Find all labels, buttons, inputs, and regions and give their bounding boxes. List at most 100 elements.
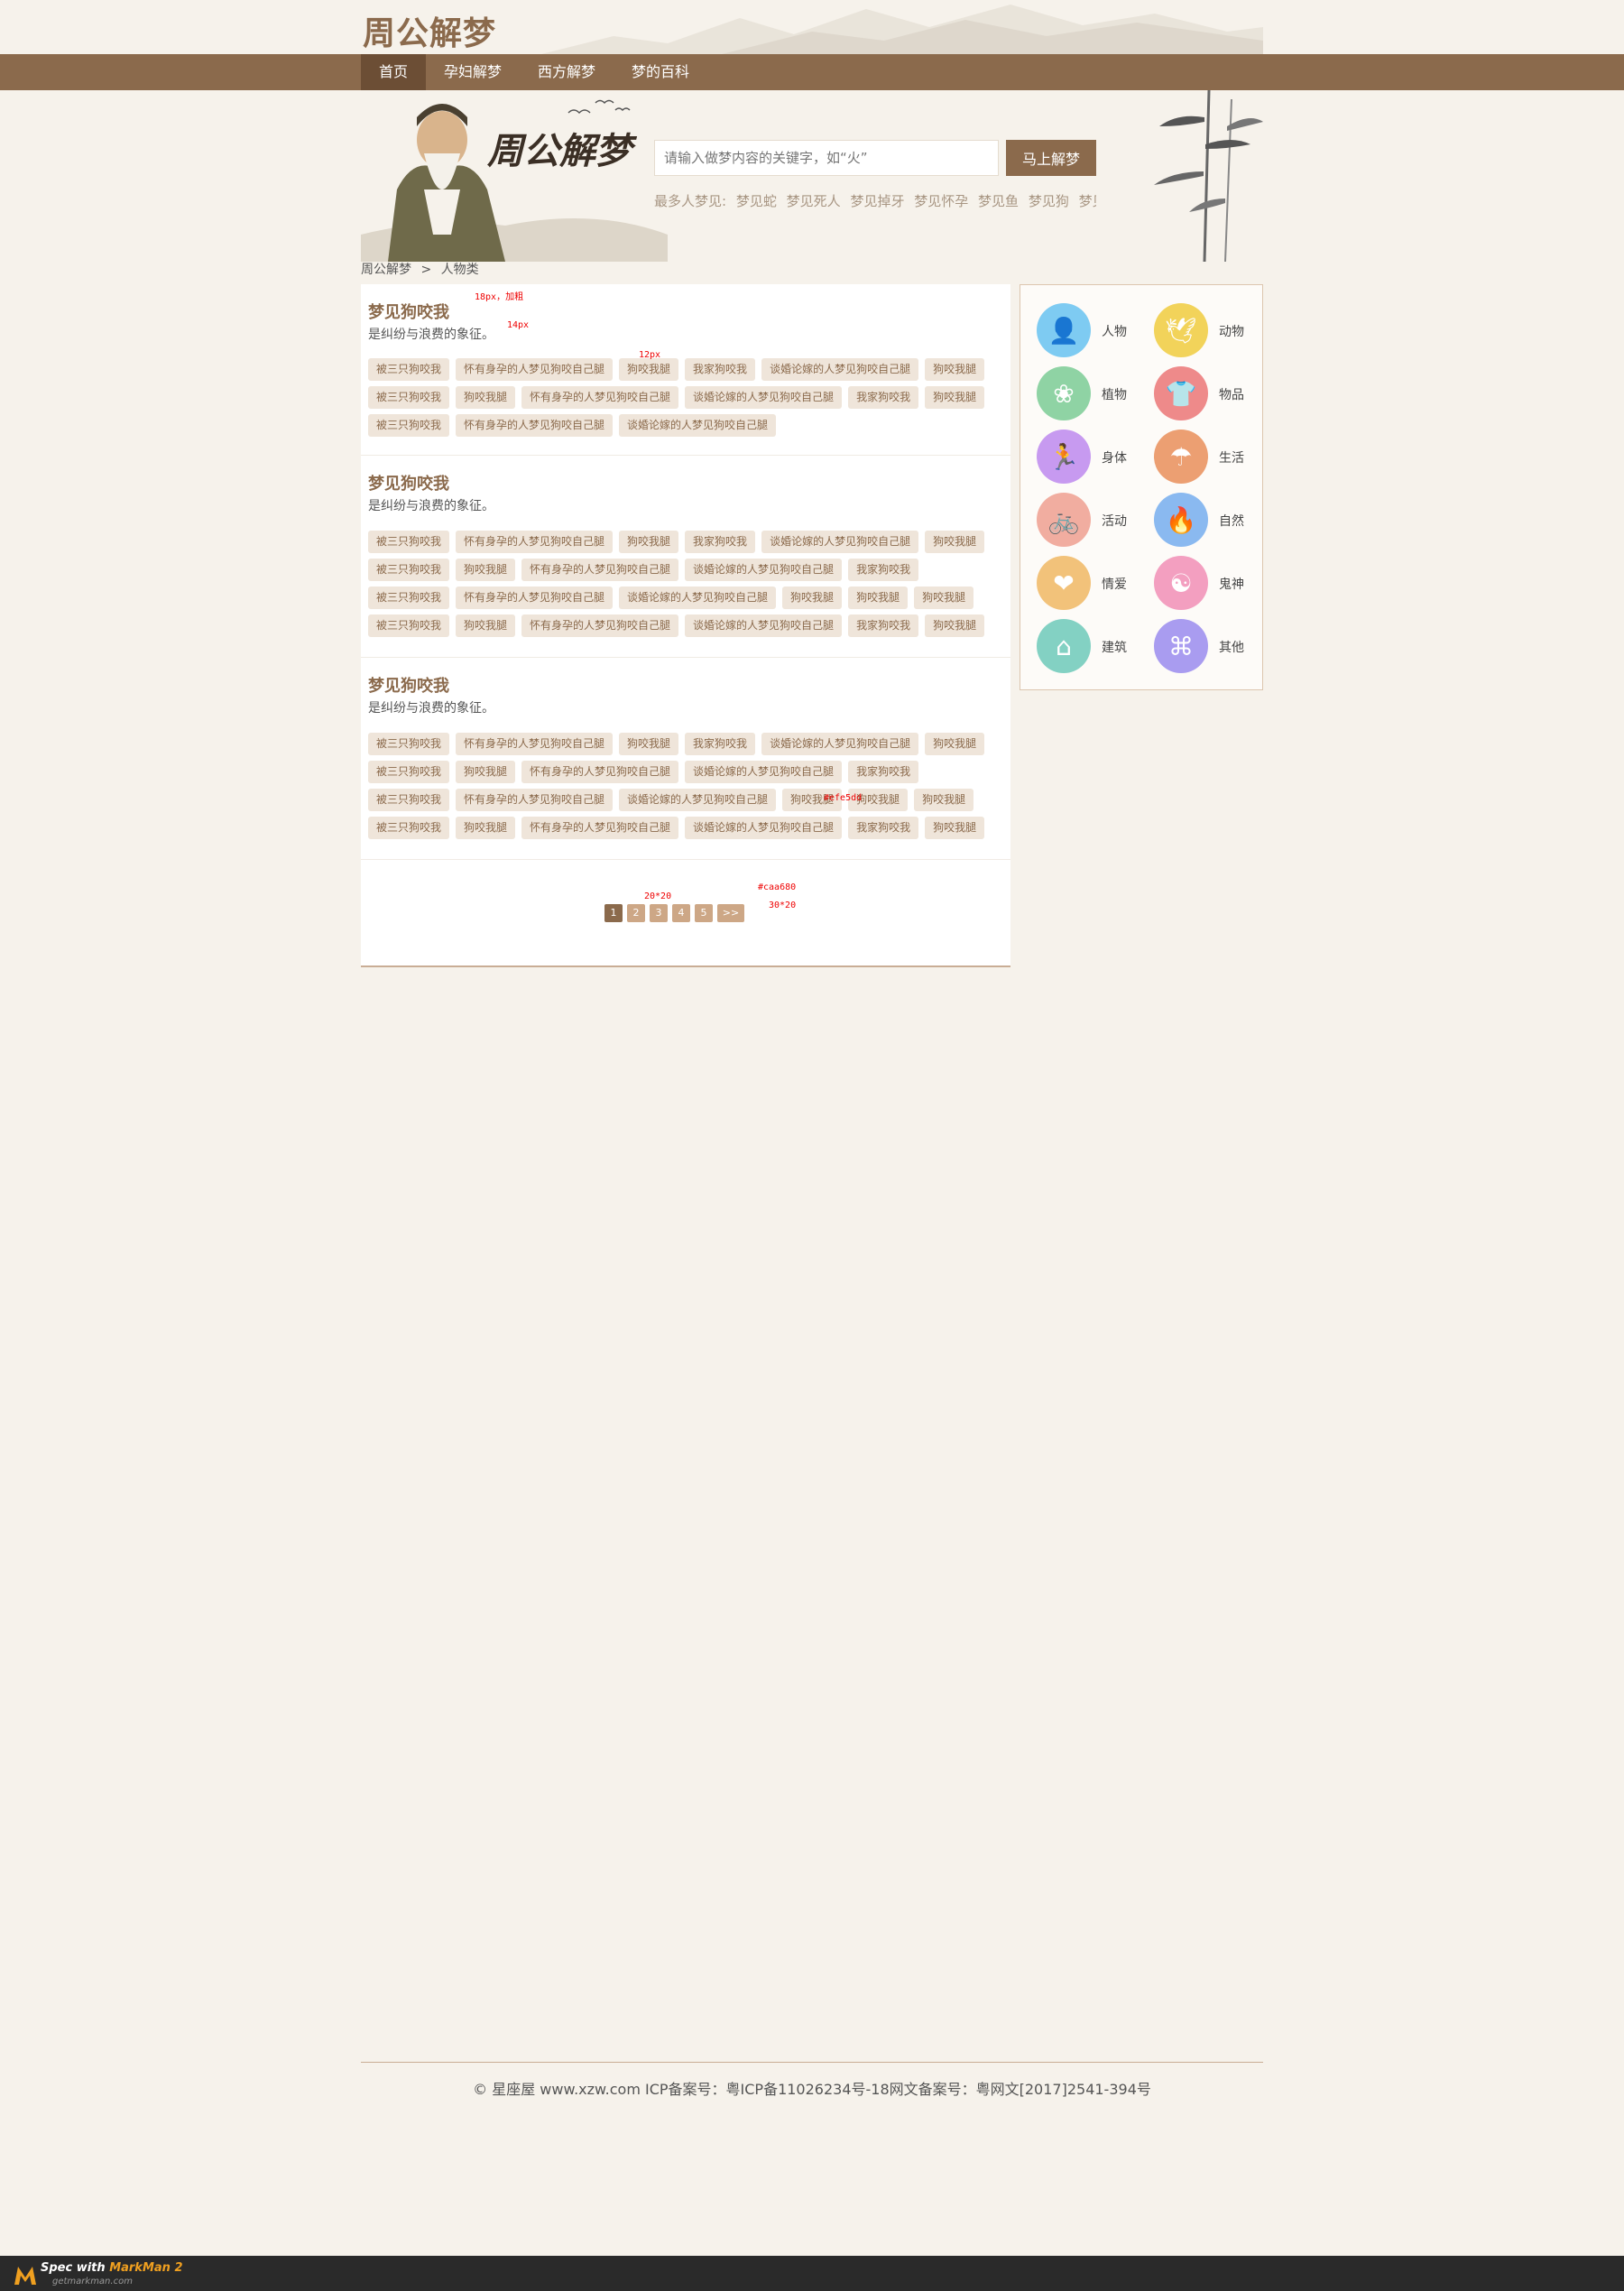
tag[interactable]: 狗咬我腿 [925, 358, 985, 381]
tag[interactable]: 怀有身孕的人梦见狗咬自己腿 [521, 614, 679, 637]
tag[interactable]: 我家狗咬我 [848, 386, 919, 409]
tag[interactable]: 狗咬我腿 [619, 531, 679, 553]
tag[interactable]: 被三只狗咬我 [368, 531, 450, 553]
tag[interactable]: 被三只狗咬我 [368, 559, 450, 581]
tag[interactable]: 被三只狗咬我 [368, 587, 450, 609]
tag[interactable]: 谈婚论嫁的人梦见狗咬自己腿 [685, 817, 843, 839]
tag[interactable]: 狗咬我腿 [456, 614, 516, 637]
tag[interactable]: 怀有身孕的人梦见狗咬自己腿 [456, 733, 614, 755]
tag[interactable]: 狗咬我腿 [925, 531, 985, 553]
tag[interactable]: 怀有身孕的人梦见狗咬自己腿 [456, 531, 614, 553]
search-button[interactable]: 马上解梦 [1006, 140, 1096, 176]
nav-item-western[interactable]: 西方解梦 [520, 54, 614, 90]
page-button[interactable]: 5 [695, 904, 713, 922]
tag[interactable]: 谈婚论嫁的人梦见狗咬自己腿 [761, 358, 919, 381]
next-page-button[interactable]: >> [717, 904, 744, 922]
tag[interactable]: 狗咬我腿 [848, 587, 909, 609]
tag[interactable]: 我家狗咬我 [848, 559, 919, 581]
heart-icon: ❤ [1037, 556, 1091, 610]
tag[interactable]: 被三只狗咬我 [368, 817, 450, 839]
tag[interactable]: 狗咬我腿 [456, 761, 516, 783]
tag[interactable]: 谈婚论嫁的人梦见狗咬自己腿 [685, 559, 843, 581]
category-plant[interactable]: ❀ 植物 [1037, 366, 1145, 422]
hot-link[interactable]: 梦见掉牙 [850, 193, 904, 209]
section-title[interactable]: 梦见狗咬我 [368, 471, 449, 494]
category-love[interactable]: ❤ 情爱 [1037, 556, 1145, 612]
category-building[interactable]: ⌂ 建筑 [1037, 619, 1145, 675]
tag[interactable]: 怀有身孕的人梦见狗咬自己腿 [521, 559, 679, 581]
search-input[interactable] [654, 140, 999, 176]
nav-item-home[interactable]: 首页 [361, 54, 427, 90]
tag[interactable]: 狗咬我腿 [925, 817, 985, 839]
breadcrumb-home[interactable]: 周公解梦 [361, 263, 411, 277]
tag[interactable]: 怀有身孕的人梦见狗咬自己腿 [521, 817, 679, 839]
category-other[interactable]: ⌘ 其他 [1154, 619, 1262, 675]
tag[interactable]: 谈婚论嫁的人梦见狗咬自己腿 [761, 733, 919, 755]
tag[interactable]: 怀有身孕的人梦见狗咬自己腿 [456, 414, 614, 437]
tag[interactable]: 被三只狗咬我 [368, 789, 450, 811]
category-animal[interactable]: 🕊 动物 [1154, 303, 1262, 359]
tag[interactable]: 被三只狗咬我 [368, 414, 450, 437]
category-nature[interactable]: 🔥 自然 [1154, 493, 1262, 549]
tag[interactable]: 我家狗咬我 [685, 531, 756, 553]
tag[interactable]: 我家狗咬我 [685, 358, 756, 381]
tag[interactable]: 狗咬我腿 [619, 733, 679, 755]
page-button[interactable]: 3 [650, 904, 668, 922]
tag[interactable]: 狗咬我腿 [456, 817, 516, 839]
tag[interactable]: 被三只狗咬我 [368, 614, 450, 637]
tag[interactable]: 我家狗咬我 [848, 614, 919, 637]
tag[interactable]: 我家狗咬我 [685, 733, 756, 755]
tag[interactable]: 谈婚论嫁的人梦见狗咬自己腿 [619, 587, 777, 609]
tag[interactable]: 狗咬我腿 [782, 587, 843, 609]
category-life[interactable]: ☂ 生活 [1154, 430, 1262, 485]
tag[interactable]: 狗咬我腿 [914, 789, 974, 811]
tag[interactable]: 怀有身孕的人梦见狗咬自己腿 [456, 358, 614, 381]
hot-link[interactable]: 梦见鱼 [978, 193, 1019, 209]
tag[interactable]: 狗咬我腿 [914, 587, 974, 609]
category-object[interactable]: 👕 物品 [1154, 366, 1262, 422]
header: 周公解梦 [0, 0, 1624, 54]
tag[interactable]: 狗咬我腿 [619, 358, 679, 381]
section-title[interactable]: 梦见狗咬我 [368, 673, 449, 697]
tag[interactable]: 被三只狗咬我 [368, 386, 450, 409]
tag[interactable]: 谈婚论嫁的人梦见狗咬自己腿 [619, 789, 777, 811]
page-button[interactable]: 1 [604, 904, 623, 922]
tag[interactable]: 谈婚论嫁的人梦见狗咬自己腿 [685, 614, 843, 637]
tag[interactable]: 狗咬我腿 [456, 386, 516, 409]
tag[interactable]: 谈婚论嫁的人梦见狗咬自己腿 [761, 531, 919, 553]
tag[interactable]: 狗咬我腿 [925, 733, 985, 755]
tag[interactable]: 谈婚论嫁的人梦见狗咬自己腿 [685, 761, 843, 783]
category-label: 鬼神 [1219, 577, 1244, 592]
category-spirit[interactable]: ☯ 鬼神 [1154, 556, 1262, 612]
markman-url[interactable]: getmarkman.com [52, 2277, 133, 2286]
tag[interactable]: 怀有身孕的人梦见狗咬自己腿 [456, 789, 614, 811]
tag[interactable]: 狗咬我腿 [925, 386, 985, 409]
tag[interactable]: 被三只狗咬我 [368, 761, 450, 783]
site-logo[interactable]: 周公解梦 [363, 7, 496, 54]
tag[interactable]: 被三只狗咬我 [368, 733, 450, 755]
nav-item-encyclopedia[interactable]: 梦的百科 [614, 54, 707, 90]
tag[interactable]: 狗咬我腿 [925, 614, 985, 637]
tag[interactable]: 怀有身孕的人梦见狗咬自己腿 [521, 386, 679, 409]
tag[interactable]: 狗咬我腿 [456, 559, 516, 581]
section-title[interactable]: 梦见狗咬我 [368, 300, 449, 323]
category-person[interactable]: 👤 人物 [1037, 303, 1145, 359]
tag[interactable]: 谈婚论嫁的人梦见狗咬自己腿 [619, 414, 777, 437]
category-body[interactable]: 🏃 身体 [1037, 430, 1145, 485]
page-button[interactable]: 2 [627, 904, 645, 922]
page-button[interactable]: 4 [672, 904, 690, 922]
category-activity[interactable]: 🚲 活动 [1037, 493, 1145, 549]
category-label: 物品 [1219, 388, 1244, 402]
hot-link[interactable]: 梦见狗 [1029, 193, 1069, 209]
tag[interactable]: 我家狗咬我 [848, 761, 919, 783]
hot-link[interactable]: 梦见死人 [787, 193, 841, 209]
hot-link[interactable]: 梦见 [1079, 193, 1096, 209]
tag[interactable]: 被三只狗咬我 [368, 358, 450, 381]
hot-link[interactable]: 梦见蛇 [736, 193, 777, 209]
tag[interactable]: 我家狗咬我 [848, 817, 919, 839]
tag[interactable]: 怀有身孕的人梦见狗咬自己腿 [521, 761, 679, 783]
tag[interactable]: 怀有身孕的人梦见狗咬自己腿 [456, 587, 614, 609]
tag[interactable]: 谈婚论嫁的人梦见狗咬自己腿 [685, 386, 843, 409]
nav-item-pregnant[interactable]: 孕妇解梦 [426, 54, 520, 90]
hot-link[interactable]: 梦见怀孕 [914, 193, 968, 209]
